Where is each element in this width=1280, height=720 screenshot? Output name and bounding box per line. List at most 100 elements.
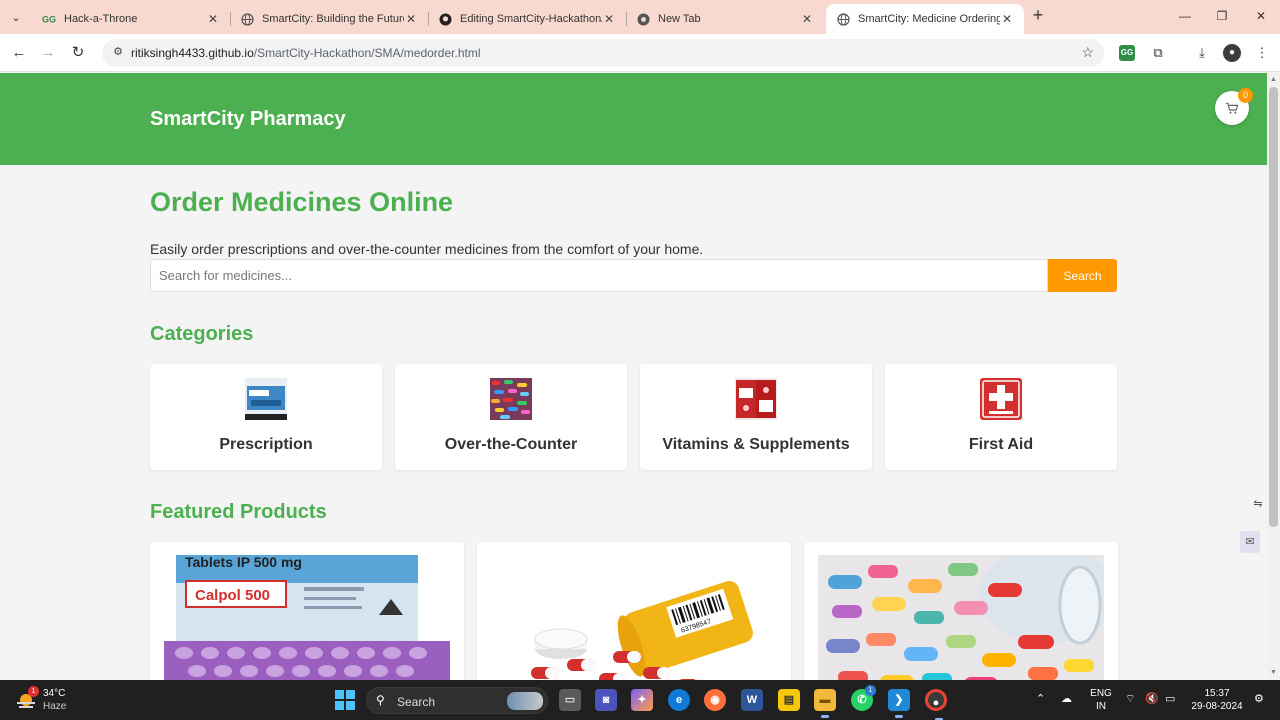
battery-icon[interactable]: ▭ xyxy=(1165,692,1175,705)
chrome-taskbar-icon[interactable]: ● xyxy=(925,689,947,720)
close-icon[interactable]: ✕ xyxy=(206,12,220,26)
page-scrollbar[interactable]: ▲ ▼ xyxy=(1267,73,1280,680)
tab-medicine-ordering[interactable]: SmartCity: Medicine Ordering ✕ xyxy=(826,4,1024,34)
windows-start-icon[interactable] xyxy=(335,690,355,710)
cart-count-badge: 0 xyxy=(1238,88,1253,103)
tab-hack-a-throne[interactable]: GG Hack-a-Throne ✕ xyxy=(32,4,230,34)
url-text[interactable]: ritiksingh4433.github.io/SmartCity-Hacka… xyxy=(131,46,481,60)
menu-kebab-icon[interactable]: ⋮ xyxy=(1252,43,1272,63)
reload-icon[interactable]: ↻ xyxy=(67,42,89,64)
category-card-first-aid[interactable]: First Aid xyxy=(885,364,1117,470)
input-language-indicator[interactable]: ENG IN xyxy=(1088,687,1114,713)
tab-search-icon[interactable]: ⌄ xyxy=(6,7,26,27)
volume-muted-icon[interactable]: 🔇 xyxy=(1145,692,1159,705)
download-icon[interactable]: ⤓ xyxy=(1192,43,1212,63)
system-clock[interactable]: 15:37 29-08-2024 xyxy=(1186,687,1248,713)
taskbar-search-box[interactable]: ⚲ Search xyxy=(366,687,548,714)
onedrive-status-icon[interactable]: ☁ xyxy=(1061,692,1072,705)
address-bar[interactable]: ⚙ ritiksingh4433.github.io/SmartCity-Hac… xyxy=(102,39,1104,67)
show-hidden-icons-chevron-icon[interactable]: ⌃ xyxy=(1036,692,1045,705)
chrome-icon xyxy=(636,12,650,26)
pills-icon xyxy=(490,378,532,420)
extension-side-icon[interactable]: ✉ xyxy=(1240,531,1260,553)
language-code: ENG xyxy=(1090,688,1112,699)
globe-icon xyxy=(836,12,850,26)
gfg-extension-icon[interactable]: GG xyxy=(1119,45,1135,61)
weather-condition[interactable]: Haze xyxy=(43,701,66,712)
close-icon[interactable]: ✕ xyxy=(602,12,616,26)
search-button[interactable]: Search xyxy=(1048,259,1117,292)
scroll-down-icon[interactable]: ▼ xyxy=(1269,669,1278,676)
category-card-otc[interactable]: Over-the-Counter xyxy=(395,364,627,470)
scroll-up-icon[interactable]: ▲ xyxy=(1269,76,1278,83)
vscode-icon[interactable]: ❯ xyxy=(888,689,910,718)
product-card-calpol[interactable]: Tablets IP 500 mg Calpol 500 xyxy=(150,542,464,680)
tab-github-editing[interactable]: Editing SmartCity-Hackathon/R ✕ xyxy=(428,4,626,34)
featured-products-title: Featured Products xyxy=(150,501,327,523)
weather-temperature[interactable]: 34°C xyxy=(43,688,65,699)
clock-time: 15:37 xyxy=(1204,688,1230,699)
tab-title: Editing SmartCity-Hackathon/R xyxy=(460,13,602,25)
side-panel-tool-icon[interactable]: ⇋ xyxy=(1249,493,1267,515)
medicine-box-icon xyxy=(245,378,287,420)
pill-bottle-image: 63798547 xyxy=(491,555,777,680)
category-name: Vitamins & Supplements xyxy=(662,436,850,453)
firefox-icon[interactable]: ◉ xyxy=(704,689,726,711)
browser-toolbar: ← → ↻ ⚙ ritiksingh4433.github.io/SmartCi… xyxy=(0,34,1280,72)
close-window-icon[interactable]: ✕ xyxy=(1249,6,1273,26)
tab-title: SmartCity: Medicine Ordering xyxy=(858,13,1000,25)
search-highlight-icon xyxy=(507,692,543,710)
categories-title: Categories xyxy=(150,323,254,345)
bookmark-star-icon[interactable]: ☆ xyxy=(1081,44,1094,61)
windows-taskbar: 1 34°C Haze ⚲ Search ▭ ◙ ✦ e ◉ W ▤ ▬ ✆ 1… xyxy=(0,680,1280,720)
close-icon[interactable]: ✕ xyxy=(1000,12,1014,26)
profile-avatar-icon[interactable]: ● xyxy=(1223,44,1241,62)
page-viewport: SmartCity Pharmacy 0 Order Medicines Onl… xyxy=(0,73,1267,680)
product-card-capsules[interactable] xyxy=(804,542,1118,680)
medicine-search-input[interactable] xyxy=(150,259,1048,292)
category-name: Over-the-Counter xyxy=(444,436,578,453)
tab-smartcity-building[interactable]: SmartCity: Building the Future ✕ xyxy=(230,4,428,34)
teams-chat-icon[interactable]: ◙ xyxy=(595,689,617,711)
url-host: ritiksingh4433.github.io xyxy=(131,46,254,60)
colorful-capsules-image xyxy=(818,555,1104,680)
back-icon[interactable]: ← xyxy=(8,42,30,64)
tab-new-tab[interactable]: New Tab ✕ xyxy=(626,4,824,34)
site-info-icon[interactable]: ⚙ xyxy=(110,45,126,61)
globe-icon xyxy=(240,12,254,26)
extensions-puzzle-icon[interactable]: ⧉ xyxy=(1148,43,1168,63)
category-card-vitamins[interactable]: Vitamins & Supplements xyxy=(640,364,872,470)
product-card-pill-bottle[interactable]: 63798547 xyxy=(477,542,791,680)
restore-icon[interactable]: ❐ xyxy=(1210,6,1234,26)
pack-brand: Calpol 500 xyxy=(195,587,270,604)
edge-browser-icon[interactable]: e xyxy=(668,689,690,711)
first-aid-kit-icon xyxy=(980,378,1022,420)
forward-icon[interactable]: → xyxy=(37,42,59,64)
word-icon[interactable]: W xyxy=(741,689,763,711)
copilot-icon[interactable]: ✦ xyxy=(631,689,653,711)
new-tab-button[interactable]: + xyxy=(1028,6,1048,26)
site-title: SmartCity Pharmacy xyxy=(150,108,346,130)
close-icon[interactable]: ✕ xyxy=(404,12,418,26)
minimize-icon[interactable]: — xyxy=(1173,6,1197,26)
scrollbar-thumb[interactable] xyxy=(1269,87,1278,527)
wifi-icon[interactable]: ⌔ xyxy=(1125,692,1135,706)
supplement-pack-icon xyxy=(735,378,777,420)
close-icon[interactable]: ✕ xyxy=(800,12,814,26)
file-explorer-icon[interactable]: ▬ xyxy=(814,689,836,718)
category-name: First Aid xyxy=(968,436,1034,453)
category-card-prescription[interactable]: Prescription xyxy=(150,364,382,470)
task-view-icon[interactable]: ▭ xyxy=(559,689,581,711)
tab-title: New Tab xyxy=(658,13,701,25)
site-header: SmartCity Pharmacy 0 xyxy=(0,73,1267,165)
calpol-tablets-image: Tablets IP 500 mg Calpol 500 xyxy=(164,555,450,680)
intro-text: Easily order prescriptions and over-the-… xyxy=(150,241,704,257)
sticky-notes-icon[interactable]: ▤ xyxy=(778,689,800,711)
notification-bell-icon[interactable]: ⚙ xyxy=(1254,692,1264,705)
github-icon xyxy=(438,12,452,26)
clock-date: 29-08-2024 xyxy=(1191,701,1243,712)
category-name: Prescription xyxy=(219,436,313,453)
pack-heading: Tablets IP 500 mg xyxy=(185,555,302,570)
tab-title: Hack-a-Throne xyxy=(64,13,138,25)
cart-icon xyxy=(1226,102,1239,114)
